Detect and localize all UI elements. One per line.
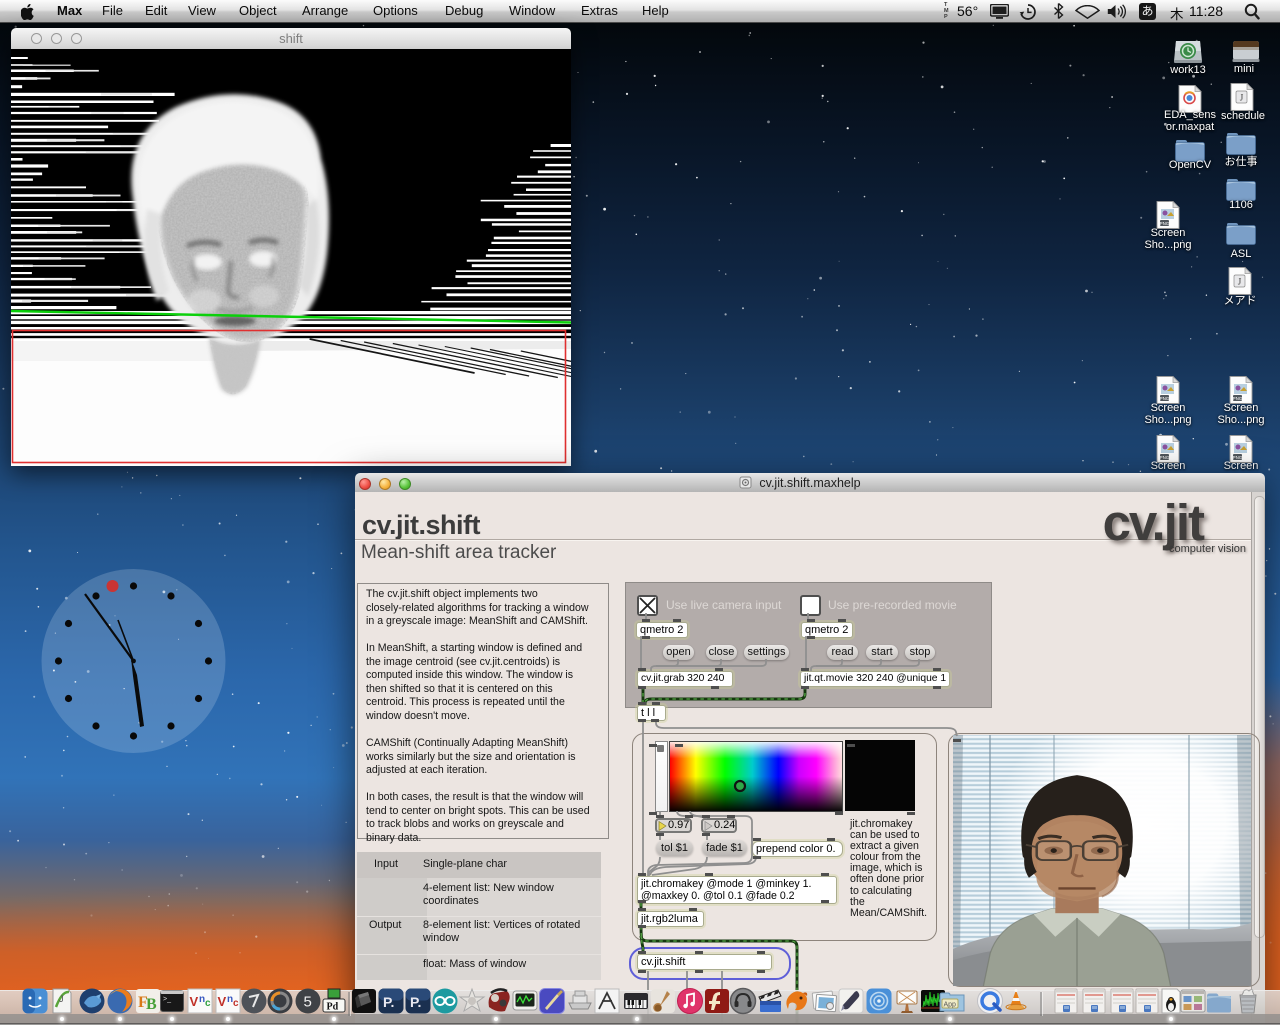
svg-text:J: J [1240,93,1244,103]
svg-text:PNG: PNG [1160,221,1170,226]
svg-text:PNG: PNG [1233,396,1243,401]
svg-text:PNG: PNG [1160,396,1170,401]
svg-text:J: J [1238,277,1242,287]
